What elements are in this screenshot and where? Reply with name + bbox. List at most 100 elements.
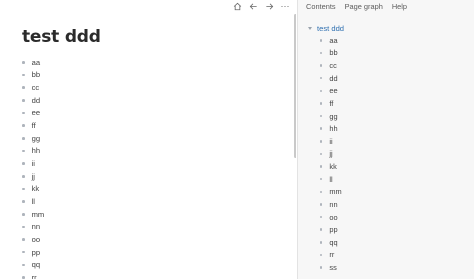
outline-item[interactable]: ee xyxy=(320,85,342,98)
bullet-icon[interactable] xyxy=(22,136,25,140)
outline-item-text[interactable]: rr xyxy=(329,250,334,259)
block-item[interactable]: cc xyxy=(22,81,44,94)
block-item-text[interactable]: gg xyxy=(32,134,40,143)
block-item[interactable]: kk xyxy=(22,183,44,196)
outline-item[interactable]: rr xyxy=(320,249,342,262)
editor-scrollbar[interactable] xyxy=(294,14,296,158)
outline-item[interactable]: oo xyxy=(320,211,342,224)
outline-item-text[interactable]: aa xyxy=(329,36,337,45)
bullet-icon[interactable] xyxy=(22,212,25,216)
caret-down-icon[interactable] xyxy=(308,27,312,30)
block-item[interactable]: nn xyxy=(22,221,44,234)
block-item[interactable]: qq xyxy=(22,259,44,272)
outline-item-text[interactable]: ss xyxy=(329,263,336,272)
block-item-text[interactable]: ee xyxy=(32,108,40,117)
outline-item[interactable]: aa xyxy=(320,34,342,47)
bullet-icon[interactable] xyxy=(320,190,323,193)
bullet-icon[interactable] xyxy=(22,73,25,77)
outline-item-text[interactable]: mm xyxy=(329,187,341,196)
block-item[interactable]: ff xyxy=(22,119,44,132)
block-item-text[interactable]: qq xyxy=(32,260,40,269)
outline-item-text[interactable]: dd xyxy=(329,74,337,83)
outline-item-text[interactable]: ee xyxy=(329,86,337,95)
bullet-icon[interactable] xyxy=(320,39,323,42)
bullet-icon[interactable] xyxy=(22,174,25,178)
bullet-icon[interactable] xyxy=(22,250,25,254)
block-item[interactable]: ii xyxy=(22,157,44,170)
outline-root[interactable]: test ddd xyxy=(308,23,344,34)
block-item-text[interactable]: ll xyxy=(32,197,35,206)
tab-help[interactable]: Help xyxy=(392,2,407,11)
bullet-icon[interactable] xyxy=(320,215,323,219)
bullet-icon[interactable] xyxy=(320,266,323,269)
block-item[interactable]: ee xyxy=(22,107,44,120)
arrow-left-icon[interactable] xyxy=(248,1,258,11)
bullet-icon[interactable] xyxy=(320,152,323,156)
bullet-icon[interactable] xyxy=(320,127,323,130)
block-item-text[interactable]: oo xyxy=(32,235,40,244)
bullet-icon[interactable] xyxy=(22,86,25,89)
outline-item[interactable]: mm xyxy=(320,186,342,199)
block-item-text[interactable]: pp xyxy=(32,248,40,257)
outline-item-text[interactable]: cc xyxy=(329,61,336,70)
block-item[interactable]: rr xyxy=(22,271,44,279)
outline-item-text[interactable]: hh xyxy=(329,124,337,133)
block-item[interactable]: mm xyxy=(22,208,44,221)
bullet-icon[interactable] xyxy=(22,149,25,153)
bullet-icon[interactable] xyxy=(320,64,323,67)
bullet-icon[interactable] xyxy=(320,114,323,118)
bullet-icon[interactable] xyxy=(22,99,25,102)
outline-item-text[interactable]: nn xyxy=(329,200,337,209)
bullet-icon[interactable] xyxy=(22,276,25,279)
bullet-icon[interactable] xyxy=(320,228,323,231)
outline-item-text[interactable]: ii xyxy=(329,137,332,146)
outline-item[interactable]: ss xyxy=(320,261,342,274)
arrow-right-icon[interactable] xyxy=(264,1,274,11)
block-item[interactable]: jj xyxy=(22,170,44,183)
outline-item[interactable]: kk xyxy=(320,160,342,173)
block-item-text[interactable]: rr xyxy=(32,273,37,279)
block-item-text[interactable]: hh xyxy=(32,146,40,155)
block-item[interactable]: bb xyxy=(22,69,44,82)
outline-item[interactable]: hh xyxy=(320,122,342,135)
outline-root-title[interactable]: test ddd xyxy=(317,24,344,33)
bullet-icon[interactable] xyxy=(22,111,25,115)
outline-item[interactable]: ii xyxy=(320,135,342,148)
outline-item-text[interactable]: ll xyxy=(329,175,332,184)
bullet-icon[interactable] xyxy=(320,51,323,55)
outline-item-text[interactable]: pp xyxy=(329,225,337,234)
block-item[interactable]: aa xyxy=(22,56,44,69)
bullet-icon[interactable] xyxy=(320,89,323,92)
bullet-icon[interactable] xyxy=(22,187,25,191)
outline-item[interactable]: ff xyxy=(320,97,342,110)
block-item-text[interactable]: ii xyxy=(32,159,35,168)
outline-item-text[interactable]: jj xyxy=(329,149,332,158)
outline-item-text[interactable]: ff xyxy=(329,99,333,108)
block-item-text[interactable]: dd xyxy=(32,96,40,105)
tab-page-graph[interactable]: Page graph xyxy=(345,2,383,11)
outline-item[interactable]: nn xyxy=(320,198,342,211)
outline-item[interactable]: dd xyxy=(320,72,342,85)
block-item[interactable]: oo xyxy=(22,233,44,246)
bullet-icon[interactable] xyxy=(320,102,323,105)
block-item-text[interactable]: cc xyxy=(32,83,40,92)
bullet-icon[interactable] xyxy=(320,140,323,143)
outline-item[interactable]: cc xyxy=(320,59,342,72)
outline-item-text[interactable]: qq xyxy=(329,238,337,247)
outline-item[interactable]: bb xyxy=(320,47,342,60)
bullet-icon[interactable] xyxy=(320,165,323,168)
bullet-icon[interactable] xyxy=(22,162,25,165)
block-item[interactable]: hh xyxy=(22,145,44,158)
block-item-text[interactable]: kk xyxy=(32,184,40,193)
block-item-text[interactable]: aa xyxy=(32,58,40,67)
outline-item-text[interactable]: bb xyxy=(329,48,337,57)
outline-item-text[interactable]: gg xyxy=(329,112,337,121)
block-item-text[interactable]: mm xyxy=(32,210,45,219)
block-item-text[interactable]: ff xyxy=(32,121,36,130)
outline-item[interactable]: qq xyxy=(320,236,342,249)
block-item-text[interactable]: jj xyxy=(32,172,35,181)
bullet-icon[interactable] xyxy=(22,200,25,203)
bullet-icon[interactable] xyxy=(22,124,25,127)
outline-item[interactable]: pp xyxy=(320,223,342,236)
outline-item[interactable]: jj xyxy=(320,148,342,161)
